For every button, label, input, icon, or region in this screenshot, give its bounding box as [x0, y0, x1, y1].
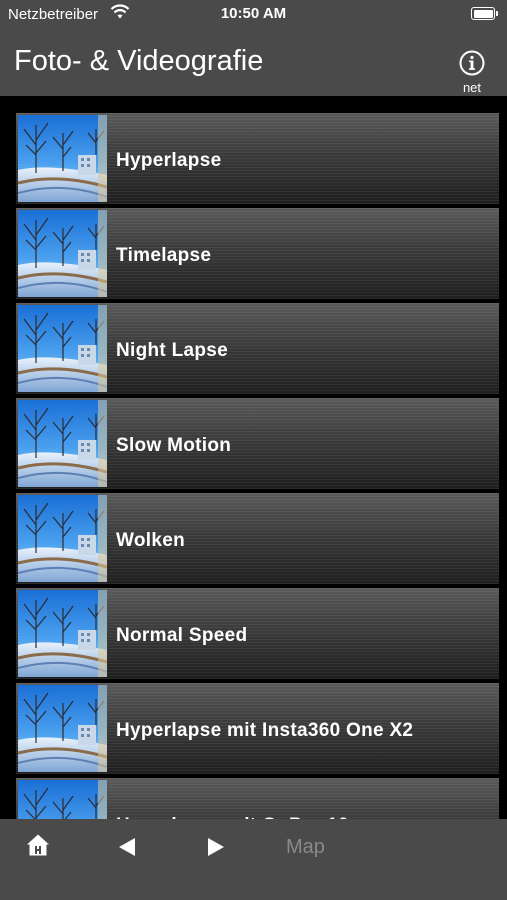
nav-header: Foto- & Videografie net: [0, 28, 507, 96]
status-bar: Netzbetreiber 10:50 AM: [0, 0, 507, 28]
category-list: Hyperlapse Timelapse Night Lapse Slow Motio…: [16, 113, 499, 819]
list-item-label: Hyperlapse mit Insta360 One X2: [116, 720, 414, 741]
thumbnail-image: [18, 495, 107, 582]
thumbnail-image: [18, 400, 107, 487]
list-item[interactable]: Hyperlapse mit GoPro 10: [16, 778, 499, 819]
list-item[interactable]: Wolken: [16, 493, 499, 584]
back-arrow-icon: [119, 838, 135, 856]
home-icon: [27, 834, 49, 856]
info-button-label: net: [462, 80, 482, 95]
list-item-label: Timelapse: [116, 245, 212, 266]
thumbnail-image: [18, 685, 107, 772]
battery-fill: [473, 9, 493, 18]
thumbnail-image: [18, 305, 107, 392]
list-item[interactable]: Slow Motion: [16, 398, 499, 489]
thumbnail-image: [18, 780, 107, 819]
info-button[interactable]: net: [457, 50, 487, 95]
list-item[interactable]: Normal Speed: [16, 588, 499, 679]
forward-button[interactable]: [207, 837, 225, 862]
bottom-toolbar: Map: [0, 819, 507, 875]
thumbnail-image: [18, 590, 107, 677]
home-indicator-area: [0, 875, 507, 900]
map-button[interactable]: Map: [286, 836, 325, 859]
list-item-label: Wolken: [116, 530, 186, 551]
home-button[interactable]: [26, 833, 50, 862]
info-circle-icon: [459, 50, 485, 76]
back-button[interactable]: [118, 837, 136, 862]
list-item[interactable]: Hyperlapse mit Insta360 One X2: [16, 683, 499, 774]
thumbnail-image: [18, 115, 107, 202]
list-item[interactable]: Night Lapse: [16, 303, 499, 394]
forward-arrow-icon: [208, 838, 224, 856]
list-item-label: Normal Speed: [116, 625, 248, 646]
list-item-label: Night Lapse: [116, 340, 229, 361]
page-title: Foto- & Videografie: [14, 45, 264, 77]
thumbnail-image: [18, 210, 107, 297]
list-item-label: Hyperlapse: [116, 150, 222, 171]
list-item[interactable]: Timelapse: [16, 208, 499, 299]
battery-icon: [471, 7, 498, 20]
list-item-label: Slow Motion: [116, 435, 232, 456]
clock: 10:50 AM: [220, 5, 287, 22]
list-item[interactable]: Hyperlapse: [16, 113, 499, 204]
